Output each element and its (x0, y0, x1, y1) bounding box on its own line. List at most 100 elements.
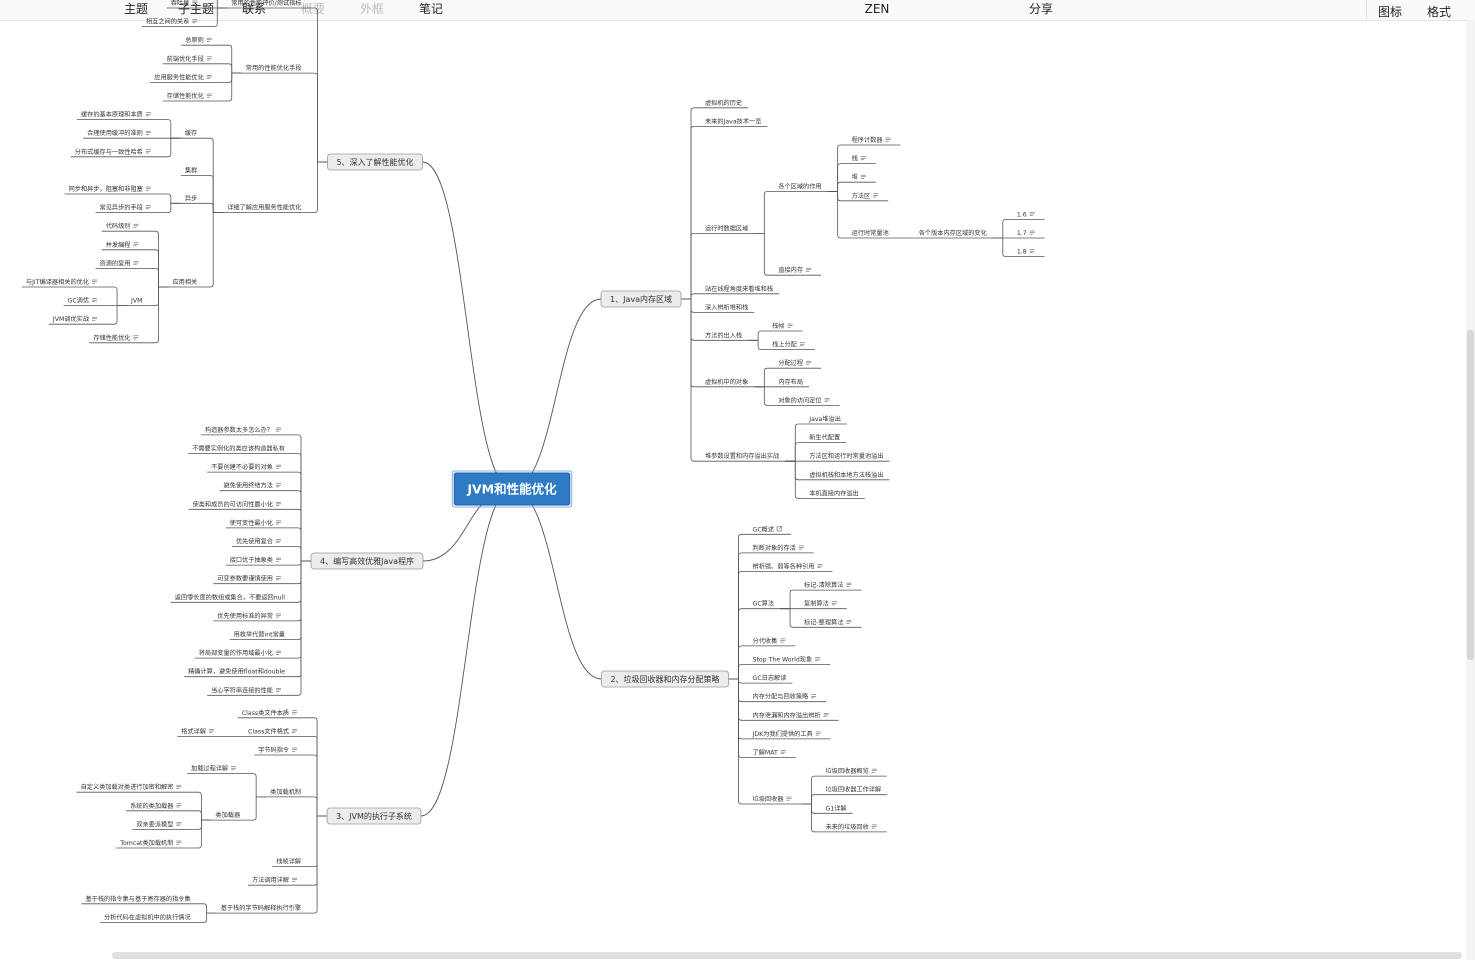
topic-node[interactable]: 内存分配与回收策略 (748, 693, 827, 703)
topic-node[interactable]: 方法区 (847, 192, 889, 202)
branch-topic-3[interactable]: 4、编写高效优雅Java程序 (310, 552, 424, 570)
topic-node[interactable]: 程序计数器 (847, 136, 901, 146)
topic-node[interactable]: 自定义类加载对类进行加密和解密 (76, 783, 192, 793)
topic-node[interactable]: 加载过程详解 (187, 765, 247, 774)
topic-node[interactable]: Stop The World现象 (748, 655, 831, 665)
topic-node[interactable]: 前端优化手段 (162, 55, 222, 65)
mindmap-canvas[interactable]: JVM和性能优化 1、Java内存区域 虚拟机的历史未来的Java技术一览程序计数器… (0, 0, 1475, 960)
topic-node[interactable]: 避免使用终结方法 (219, 482, 292, 492)
topic-node[interactable]: 复制算法 (800, 600, 847, 610)
topic-node[interactable]: 栈 (847, 155, 876, 164)
topic-node[interactable]: 存储性能优化 (162, 92, 222, 102)
topic-node[interactable]: 未来的垃圾回收 (821, 823, 887, 833)
branch-topic-2[interactable]: 5、深入了解性能优化 (327, 153, 423, 171)
topic-node[interactable]: 格式详解 (177, 727, 225, 737)
topic-node[interactable]: 详细了解应用服务性能优化 (223, 204, 308, 213)
root-topic[interactable]: JVM和性能优化 (451, 470, 573, 508)
topic-node[interactable]: 堆参数设置和内存溢出实战 (701, 452, 786, 462)
topic-node[interactable]: 相互之间的关系 (141, 18, 208, 27)
topic-node[interactable]: 1.6 (1012, 211, 1045, 220)
topic-node[interactable]: 接口优于抽象类 (225, 556, 291, 566)
topic-node[interactable]: 优先使用复合 (231, 537, 291, 547)
topic-node[interactable]: 使可变性最小化 (225, 519, 291, 529)
topic-node[interactable]: 辨析强、弱等各种引用 (748, 562, 833, 572)
topic-node[interactable]: 对象的访问定位 (774, 396, 840, 406)
topic-node[interactable]: 堆 (847, 173, 876, 183)
topic-node[interactable]: 字节码指令 (254, 746, 308, 756)
topic-node[interactable]: 基于栈的字节码解释执行引擎 (216, 904, 308, 914)
topic-node[interactable]: 虚拟机中的对象 (701, 378, 755, 388)
topic-node[interactable]: 合理使用缓冲的准则 (83, 129, 161, 139)
topic-node[interactable]: 应用相关 (168, 278, 204, 288)
topic-node[interactable]: 返回零长度的数组或集合，不要返回null (170, 593, 291, 603)
topic-node[interactable]: 标记-整理算法 (800, 618, 862, 628)
topic-node[interactable]: 当心字符串连接的性能 (207, 686, 291, 696)
topic-node[interactable]: 分代收集 (748, 637, 796, 647)
topic-node[interactable]: JDK为我们提供的工具 (748, 730, 831, 740)
branch-topic-0[interactable]: 1、Java内存区域 (600, 290, 682, 308)
topic-node[interactable]: 栈帧详解 (272, 858, 308, 867)
topic-node[interactable]: 各个区域的作用 (774, 182, 828, 192)
topic-node[interactable]: 双亲委派模型 (132, 820, 192, 830)
topic-node[interactable]: 分布式缓存与一致性哈希 (70, 148, 161, 158)
topic-node[interactable]: JVM调优实战 (48, 315, 108, 325)
topic-node[interactable]: 优先使用标准的异常 (213, 612, 291, 622)
branch-topic-4[interactable]: 3、JVM的执行子系统 (326, 807, 422, 825)
topic-node[interactable]: 未来的Java技术一览 (701, 117, 768, 127)
topic-node[interactable]: 精确计算，避免使用float和double (184, 668, 291, 678)
topic-node[interactable]: Class类文件本质 (237, 709, 308, 719)
topic-node[interactable]: 类加载机制 (266, 788, 308, 798)
topic-node[interactable]: 运行时数据区域 (701, 224, 755, 234)
topic-node[interactable]: 各个版本内存区域的变化 (914, 229, 993, 239)
topic-node[interactable]: GC概述 (748, 525, 792, 535)
topic-node[interactable]: 与JIT编译器相关的优化 (21, 278, 108, 288)
topic-node[interactable]: 虚拟机栈和本地方法栈溢出 (805, 471, 890, 481)
topic-node[interactable]: 集群 (180, 166, 204, 176)
topic-node[interactable]: GC算法 (748, 600, 781, 610)
topic-node[interactable]: 分析代码在虚拟机中的执行情况 (100, 913, 197, 923)
topic-node[interactable]: 可变参数要谨慎使用 (213, 575, 291, 585)
topic-node[interactable]: 常用的性能优化手段 (241, 64, 308, 74)
topic-node[interactable]: 不需要实例化的类应该构造器私有 (188, 444, 291, 454)
topic-node[interactable]: 栈帧 (768, 322, 803, 332)
topic-node[interactable]: 使类和成员的可访问性最小化 (188, 500, 291, 510)
topic-node[interactable]: 深入辨析堆和栈 (701, 303, 755, 313)
topic-node[interactable]: 异步 (180, 194, 204, 204)
topic-node[interactable]: 垃圾回收器概览 (821, 767, 887, 777)
branch-topic-1[interactable]: 2、垃圾回收器和内存分配策略 (601, 670, 729, 688)
topic-node[interactable]: 并发编程 (101, 241, 149, 251)
topic-node[interactable]: 1.7 (1012, 230, 1045, 239)
topic-node[interactable]: 资源的复用 (95, 259, 149, 269)
topic-node[interactable]: 吞吐量 (166, 0, 208, 9)
topic-node[interactable]: 站在线程角度来看堆和栈 (701, 285, 780, 295)
topic-node[interactable]: 直接内存 (774, 266, 822, 276)
topic-node[interactable]: G1详解 (821, 804, 853, 814)
topic-node[interactable]: 方法的出入栈 (701, 331, 749, 341)
topic-node[interactable]: 本机直接内存溢出 (805, 489, 865, 499)
topic-node[interactable]: 同步和异步，阻塞和非阻塞 (64, 185, 161, 195)
horizontal-scrollbar-thumb[interactable] (112, 952, 1462, 959)
topic-node[interactable]: 方法区和运行时常量池溢出 (805, 452, 890, 462)
topic-node[interactable]: 存储性能优化 (89, 334, 149, 344)
topic-node[interactable]: 方法调用详解 (247, 876, 308, 886)
topic-node[interactable]: 将局部变量的作用域最小化 (194, 649, 291, 659)
topic-node[interactable]: 缓存 (180, 129, 204, 139)
topic-node[interactable]: Class文件格式 (244, 727, 308, 737)
topic-node[interactable]: 垃圾回收器工作详解 (821, 786, 888, 796)
topic-node[interactable]: 栈上分配 (768, 341, 815, 350)
topic-node[interactable]: 了解MAT (748, 748, 796, 758)
topic-node[interactable]: 用枚举代替int常量 (229, 630, 291, 640)
topic-node[interactable]: GC调优 (63, 297, 108, 306)
topic-node[interactable]: 虚拟机的历史 (701, 99, 749, 109)
topic-node[interactable]: 运行时常量池 (847, 229, 895, 239)
topic-node[interactable]: 分配过程 (774, 359, 822, 369)
topic-node[interactable]: Tomcat类加载机制 (116, 839, 192, 849)
topic-node[interactable]: 垃圾回收器 (748, 795, 802, 805)
topic-node[interactable]: 标记-清除算法 (800, 581, 862, 591)
topic-node[interactable]: 基于栈的指令集与基于寄存器的指令集 (81, 895, 197, 905)
topic-node[interactable]: 判断对象的存活 (748, 544, 814, 554)
topic-node[interactable]: 应用服务性能优化 (150, 73, 222, 83)
topic-node[interactable]: 内存布局 (774, 378, 810, 388)
topic-node[interactable]: 新生代配置 (805, 434, 847, 443)
topic-node[interactable]: 构造器参数太多怎么办？ (200, 426, 291, 436)
